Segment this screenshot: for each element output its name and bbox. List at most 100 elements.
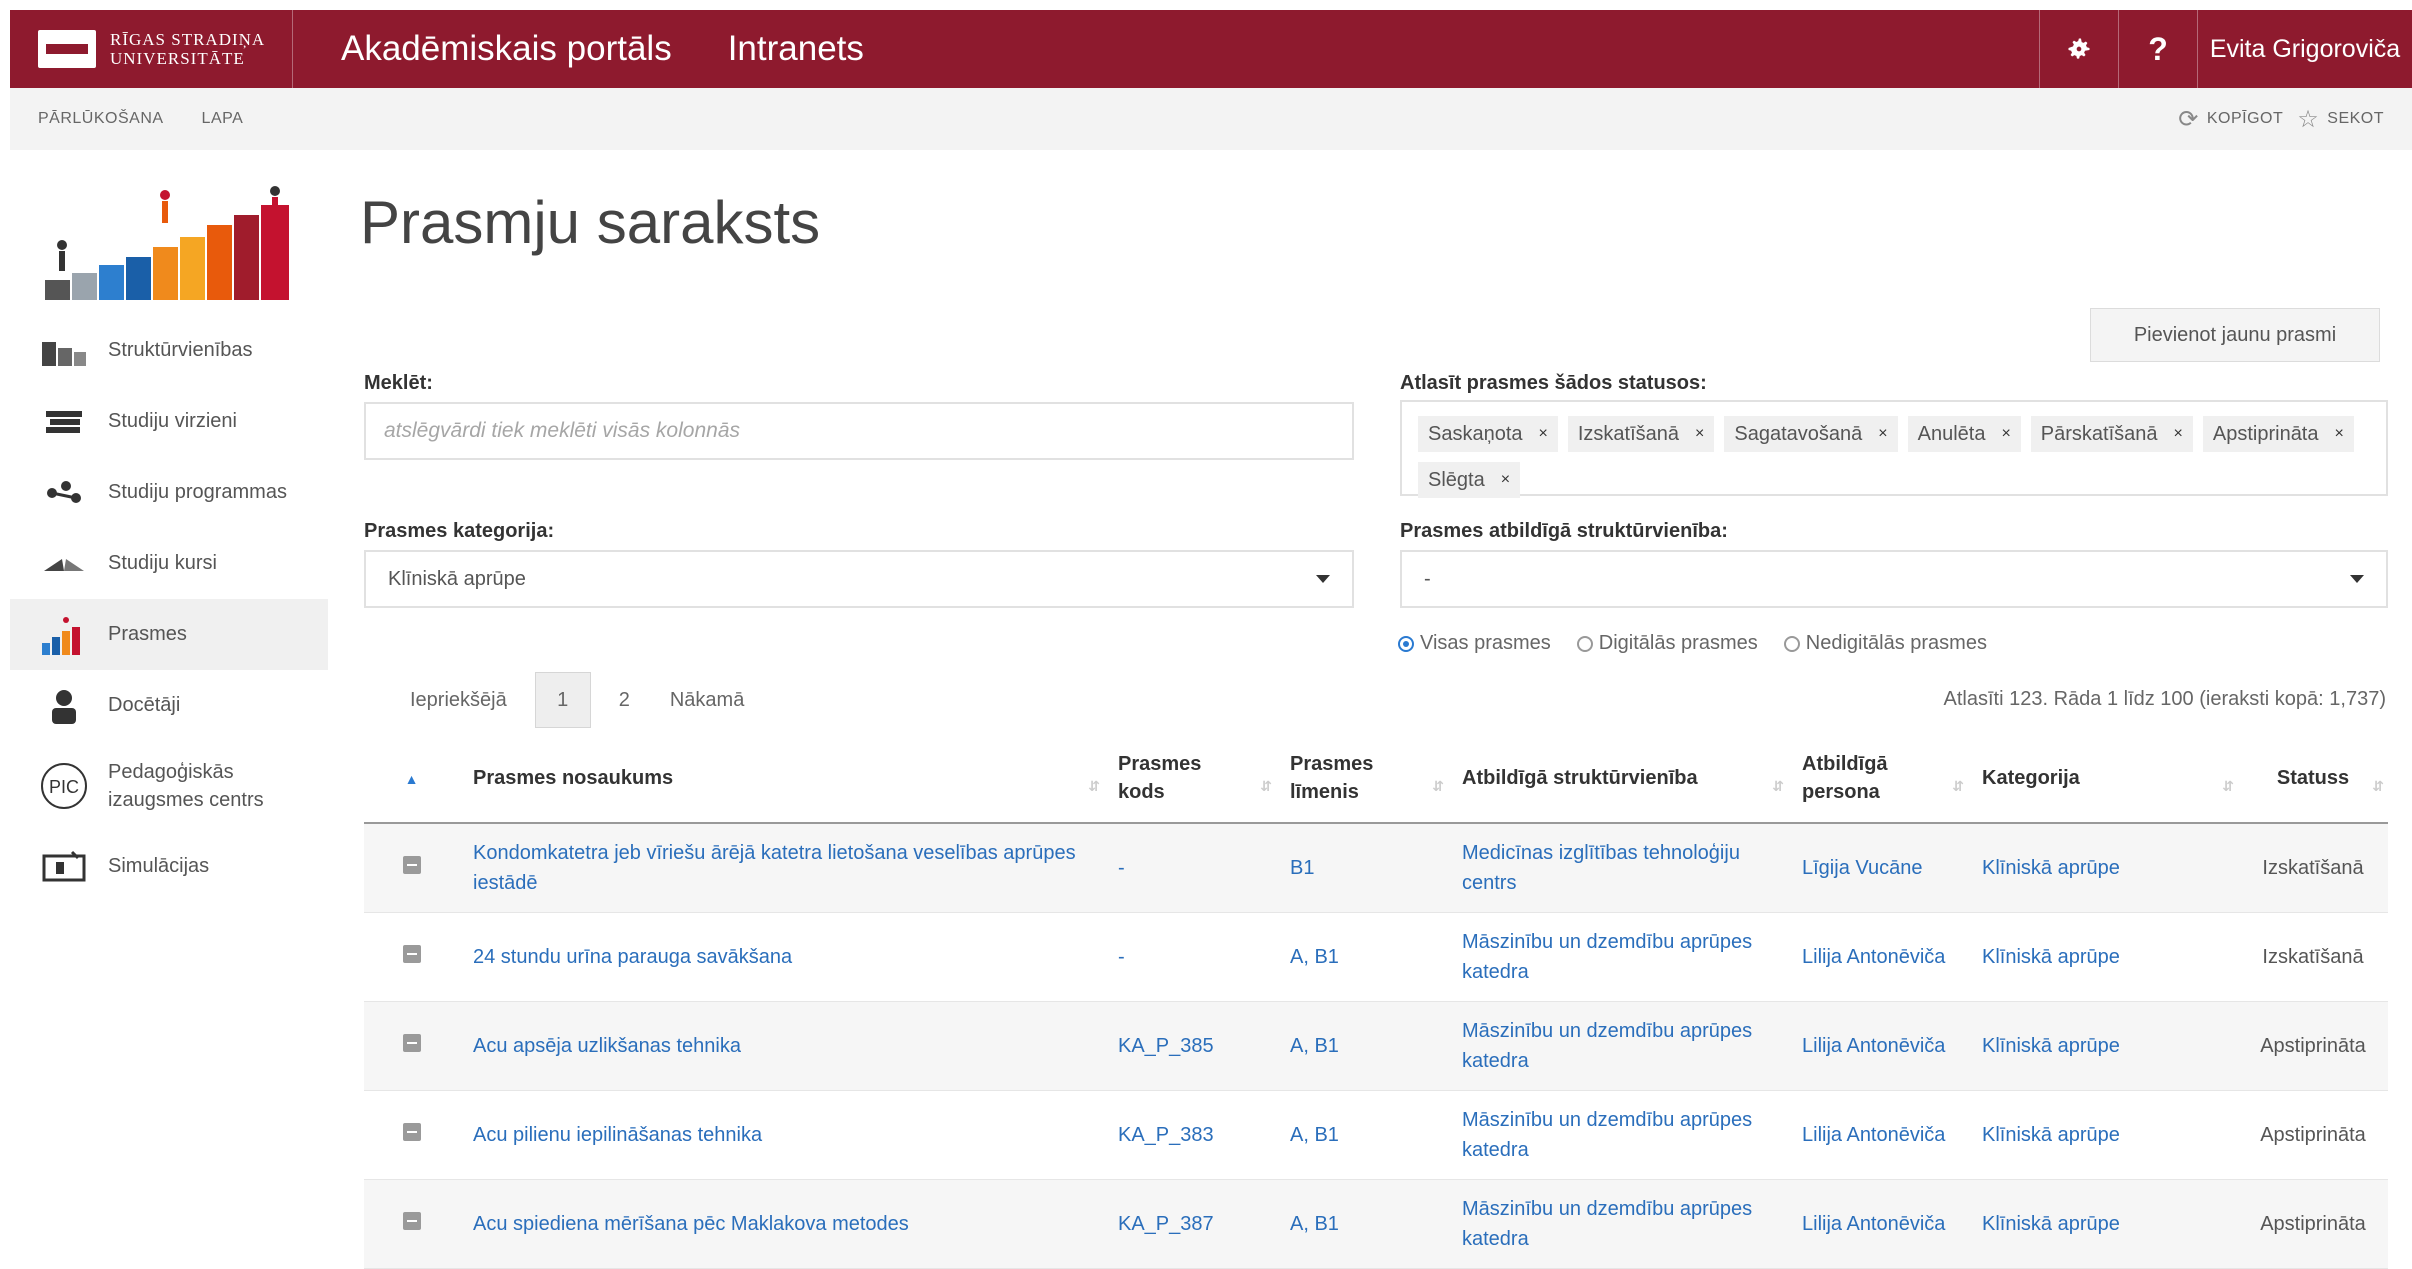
sidebar-item-label: Studiju virzieni (108, 410, 237, 432)
radio-non-digital-skills[interactable]: Nedigitālās prasmes (1783, 632, 1987, 655)
logo-mark-icon (38, 30, 96, 68)
expand-row-icon[interactable] (402, 945, 421, 963)
skill-name-link[interactable]: Acu apsēja uzlikšanas tehnika (459, 1001, 1104, 1091)
column-header-name[interactable]: Prasmes nosaukums ⇵ (459, 734, 1104, 824)
skill-name-link[interactable]: 24 stundu urīna parauga savākšana (459, 912, 1104, 1002)
intranet-link[interactable]: Intranets (672, 10, 864, 88)
sidebar-item-lecturers[interactable]: Docētāji (10, 670, 328, 741)
page-2-button[interactable]: 2 (599, 672, 650, 728)
settings-button[interactable] (2039, 10, 2118, 88)
responsible-person-link[interactable]: Lilija Antonēviča (1788, 1179, 1968, 1269)
skill-name-link[interactable]: Kondomkatetra jeb vīriešu ārējā katetra … (459, 823, 1104, 913)
category-link[interactable]: Klīniskā aprūpe (1968, 823, 2238, 913)
responsible-unit-link[interactable]: Medicīnas izglītības tehnoloģiju centrs (1448, 823, 1788, 913)
share-icon: ⟳ (2178, 105, 2199, 133)
remove-tag-icon[interactable]: × (2001, 425, 2010, 443)
status-text: Apstiprināta (2238, 1179, 2388, 1269)
status-filter-label: Atlasīt prasmes šādos statusos: (1400, 372, 1707, 394)
category-link[interactable]: Klīniskā aprūpe (1968, 1090, 2238, 1180)
search-input[interactable] (364, 402, 1354, 460)
skill-level: B1 (1276, 823, 1448, 913)
status-tag[interactable]: Pārskatīšanā × (2030, 416, 2193, 452)
page-title: Prasmju saraksts (360, 189, 821, 256)
status-filter-tags[interactable]: Saskaņota × Izskatīšanā × Sagatavošanā × An… (1400, 400, 2388, 498)
skill-name-link[interactable]: Acu pilienu iepilināšanas tehnika (459, 1090, 1104, 1180)
share-button[interactable]: ⟳ KOPĪGOT (2178, 105, 2283, 134)
star-icon: ☆ (2297, 105, 2320, 133)
category-link[interactable]: Klīniskā aprūpe (1968, 1001, 2238, 1091)
skill-level: A, B1 (1276, 912, 1448, 1002)
column-header-category[interactable]: Kategorija ⇵ (1968, 734, 2238, 824)
follow-button[interactable]: ☆ SEKOT (2297, 105, 2384, 134)
status-tag[interactable]: Anulēta × (1907, 416, 2021, 452)
unit-select[interactable]: - (1400, 550, 2388, 608)
expand-row-icon[interactable] (402, 1034, 421, 1052)
remove-tag-icon[interactable]: × (1501, 471, 1510, 489)
responsible-unit-link[interactable]: Māszinību un dzemdību aprūpes katedra (1448, 1001, 1788, 1091)
radio-all-skills[interactable]: Visas prasmes (1398, 632, 1551, 655)
sidebar-item-pedagogical-centre[interactable]: PIC Pedagoģiskās izaugsmes centrs (10, 741, 328, 831)
add-skill-button[interactable]: Pievienot jaunu prasmi (2090, 308, 2380, 362)
sidebar-item-study-directions[interactable]: Studiju virzieni (10, 386, 328, 457)
tab-browse[interactable]: PĀRLŪKOŠANA (38, 110, 164, 128)
remove-tag-icon[interactable]: × (1695, 425, 1704, 443)
status-tag[interactable]: Izskatīšanā × (1567, 416, 1715, 452)
category-link[interactable]: Klīniskā aprūpe (1968, 912, 2238, 1002)
remove-tag-icon[interactable]: × (1539, 425, 1548, 443)
responsible-unit-link[interactable]: Māszinību un dzemdību aprūpes katedra (1448, 912, 1788, 1002)
expand-column-header[interactable]: ▲ (364, 734, 459, 824)
ribbon-bar: PĀRLŪKOŠANA LAPA ⟳ KOPĪGOT ☆ SEKOT (10, 88, 2412, 150)
unit-label: Prasmes atbildīgā struktūrvienība: (1400, 520, 1728, 542)
table-row: Kondomkatetra jeb vīriešu ārējā katetra … (364, 823, 2388, 913)
column-header-level[interactable]: Prasmes līmenis ⇵ (1276, 734, 1448, 824)
sidebar-item-study-programmes[interactable]: Studiju programmas (10, 457, 328, 528)
skill-name-link[interactable]: Acu spiediena mērīšana pēc Maklakova met… (459, 1179, 1104, 1269)
connections-icon (38, 473, 90, 513)
expand-row-icon[interactable] (402, 1123, 421, 1141)
responsible-unit-link[interactable]: Māszinību un dzemdību aprūpes katedra (1448, 1179, 1788, 1269)
status-tag[interactable]: Apstiprināta × (2202, 416, 2354, 452)
sidebar-item-skills[interactable]: Prasmes (10, 599, 328, 670)
help-button[interactable]: ? (2118, 10, 2197, 88)
column-header-person[interactable]: Atbildīgā persona ⇵ (1788, 734, 1968, 824)
university-logo[interactable]: Rīgas Stradiņa Universitāte (10, 10, 293, 88)
status-tag[interactable]: Saskaņota × (1418, 416, 1558, 452)
pagination-info: Atlasīti 123. Rāda 1 līdz 100 (ieraksti … (1943, 688, 2386, 710)
portal-title-link[interactable]: Akadēmiskais portāls (293, 10, 672, 88)
expand-row-icon[interactable] (402, 856, 421, 874)
skill-code: KA_P_385 (1104, 1001, 1276, 1091)
sidebar-item-label: Studiju programmas (108, 481, 287, 503)
page-1-button[interactable]: 1 (534, 672, 591, 728)
column-header-code[interactable]: Prasmes kods ⇵ (1104, 734, 1276, 824)
responsible-person-link[interactable]: Līgija Vucāne (1788, 823, 1968, 913)
radio-digital-skills[interactable]: Digitālās prasmes (1576, 632, 1758, 655)
remove-tag-icon[interactable]: × (1878, 425, 1887, 443)
column-header-unit[interactable]: Atbildīgā struktūrvienība ⇵ (1448, 734, 1788, 824)
remove-tag-icon[interactable]: × (2174, 425, 2183, 443)
responsible-unit-link[interactable]: Māszinību un dzemdību aprūpes katedra (1448, 1090, 1788, 1180)
next-page-button[interactable]: Nākamā (650, 672, 764, 728)
category-link[interactable]: Klīniskā aprūpe (1968, 1179, 2238, 1269)
status-tag[interactable]: Sagatavošanā × (1724, 416, 1898, 452)
table-header-row: ▲ Prasmes nosaukums ⇵ Prasmes kods ⇵ Prasm… (364, 734, 2388, 824)
prev-page-button[interactable]: Iepriekšējā (390, 672, 527, 728)
remove-tag-icon[interactable]: × (2335, 425, 2344, 443)
tab-page[interactable]: LAPA (202, 110, 244, 128)
skill-level: A, B1 (1276, 1001, 1448, 1091)
status-tag[interactable]: Slēgta × (1418, 462, 1521, 498)
sidebar-item-study-courses[interactable]: Studiju kursi (10, 528, 328, 599)
unit-value: - (1424, 567, 1431, 590)
sidebar-item-simulations[interactable]: Simulācijas (10, 831, 328, 902)
category-select[interactable]: Klīniskā aprūpe (364, 550, 1354, 608)
expand-row-icon[interactable] (402, 1212, 421, 1230)
column-header-status[interactable]: Statuss ⇵ (2238, 734, 2388, 824)
responsible-person-link[interactable]: Lilija Antonēviča (1788, 1001, 1968, 1091)
responsible-person-link[interactable]: Lilija Antonēviča (1788, 1090, 1968, 1180)
responsible-person-link[interactable]: Lilija Antonēviča (1788, 912, 1968, 1002)
top-bar: Rīgas Stradiņa Universitāte Akadēmiskais… (10, 10, 2412, 88)
sort-icon: ⇵ (1952, 778, 1964, 794)
user-menu[interactable]: Evita Grigoroviča (2197, 10, 2412, 88)
skills-table: ▲ Prasmes nosaukums ⇵ Prasmes kods ⇵ Prasm… (364, 734, 2388, 1269)
chevron-down-icon (1316, 575, 1330, 583)
sidebar-item-struktūrvienības[interactable]: Struktūrvienības (10, 315, 328, 386)
